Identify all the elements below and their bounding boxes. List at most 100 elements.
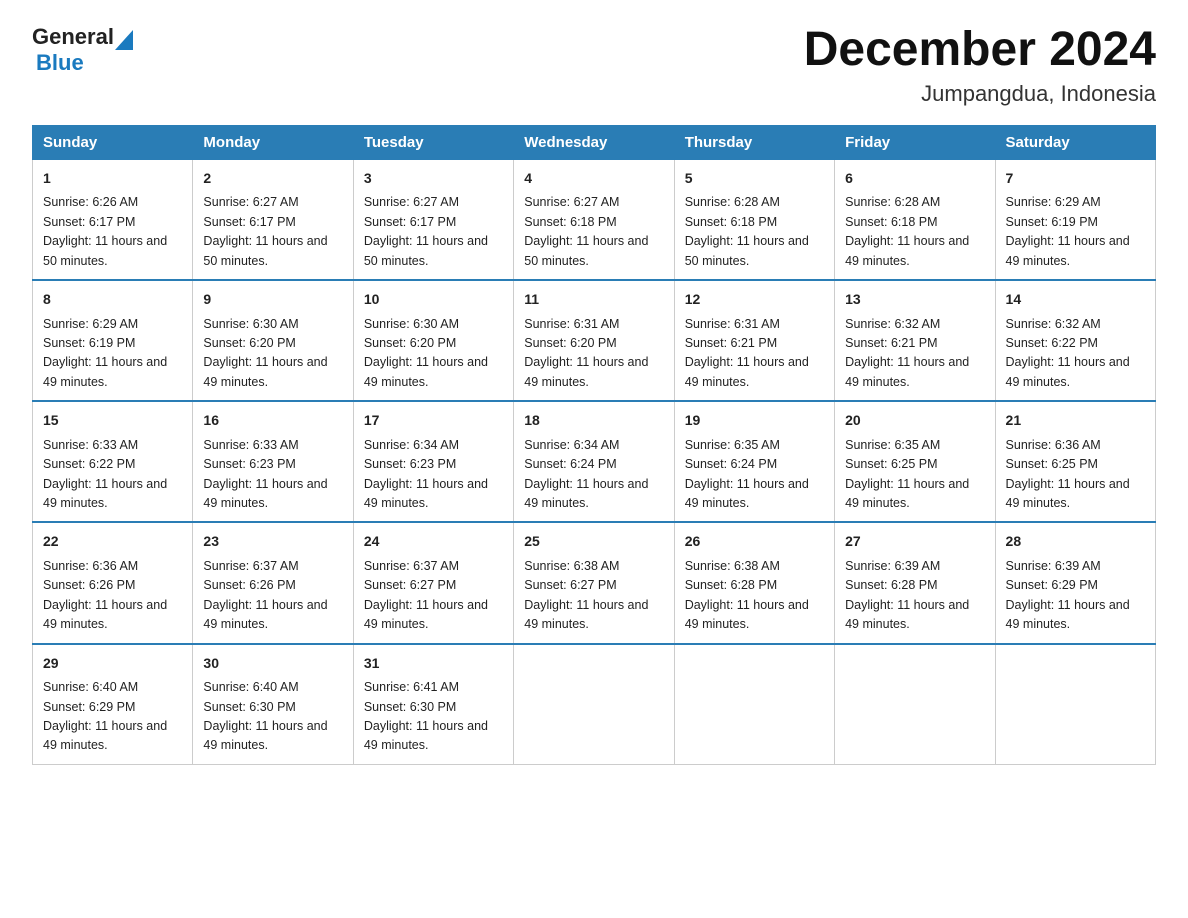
- calendar-header: SundayMondayTuesdayWednesdayThursdayFrid…: [33, 125, 1156, 159]
- header-cell-tuesday: Tuesday: [353, 125, 513, 159]
- sunset: Sunset: 6:26 PM: [203, 578, 295, 592]
- sunset: Sunset: 6:18 PM: [524, 215, 616, 229]
- sunrise: Sunrise: 6:41 AM: [364, 680, 459, 694]
- daylight: Daylight: 11 hours and 50 minutes.: [203, 234, 327, 267]
- daylight: Daylight: 11 hours and 49 minutes.: [524, 598, 648, 631]
- sunset: Sunset: 6:28 PM: [845, 578, 937, 592]
- sunset: Sunset: 6:24 PM: [685, 457, 777, 471]
- sunrise: Sunrise: 6:34 AM: [364, 438, 459, 452]
- day-cell: 31Sunrise: 6:41 AMSunset: 6:30 PMDayligh…: [353, 644, 513, 765]
- day-number: 19: [685, 410, 824, 432]
- day-cell: 11Sunrise: 6:31 AMSunset: 6:20 PMDayligh…: [514, 280, 674, 401]
- day-cell: 1Sunrise: 6:26 AMSunset: 6:17 PMDaylight…: [33, 159, 193, 280]
- day-number: 30: [203, 653, 342, 675]
- sunset: Sunset: 6:20 PM: [364, 336, 456, 350]
- day-cell: 23 Sunrise: 6:37 AM Sunset: 6:26 PM Dayligh…: [193, 522, 353, 643]
- day-cell: 22Sunrise: 6:36 AMSunset: 6:26 PMDayligh…: [33, 522, 193, 643]
- sunrise: Sunrise: 6:38 AM: [685, 559, 780, 573]
- day-number: 24: [364, 531, 503, 553]
- calendar-body: 1Sunrise: 6:26 AMSunset: 6:17 PMDaylight…: [33, 159, 1156, 764]
- calendar-title: December 2024: [804, 24, 1156, 77]
- daylight: Daylight: 11 hours and 49 minutes.: [524, 477, 648, 510]
- sunset: Sunset: 6:25 PM: [1006, 457, 1098, 471]
- day-number: 13: [845, 289, 984, 311]
- day-number: 23: [203, 531, 342, 553]
- day-number: 26: [685, 531, 824, 553]
- header-cell-thursday: Thursday: [674, 125, 834, 159]
- daylight: Daylight: 11 hours and 50 minutes.: [685, 234, 809, 267]
- week-row-4: 22Sunrise: 6:36 AMSunset: 6:26 PMDayligh…: [33, 522, 1156, 643]
- daylight: Daylight: 11 hours and 49 minutes.: [685, 355, 809, 388]
- sunset: Sunset: 6:21 PM: [845, 336, 937, 350]
- day-cell: 17Sunrise: 6:34 AMSunset: 6:23 PMDayligh…: [353, 401, 513, 522]
- header-cell-wednesday: Wednesday: [514, 125, 674, 159]
- header-cell-monday: Monday: [193, 125, 353, 159]
- day-number: 2: [203, 168, 342, 190]
- day-number: 31: [364, 653, 503, 675]
- sunset: Sunset: 6:29 PM: [43, 700, 135, 714]
- day-cell: 16Sunrise: 6:33 AMSunset: 6:23 PMDayligh…: [193, 401, 353, 522]
- day-number: 1: [43, 168, 182, 190]
- day-cell: [514, 644, 674, 765]
- daylight: Daylight: 11 hours and 50 minutes.: [43, 234, 167, 267]
- sunset: Sunset: 6:30 PM: [364, 700, 456, 714]
- sunset: Sunset: 6:18 PM: [845, 215, 937, 229]
- daylight: Daylight: 11 hours and 49 minutes.: [1006, 234, 1130, 267]
- title-block: December 2024 Jumpangdua, Indonesia: [804, 24, 1156, 107]
- week-row-3: 15Sunrise: 6:33 AMSunset: 6:22 PMDayligh…: [33, 401, 1156, 522]
- day-number: 10: [364, 289, 503, 311]
- day-number: 7: [1006, 168, 1145, 190]
- daylight: Daylight: 11 hours and 49 minutes.: [524, 355, 648, 388]
- week-row-1: 1Sunrise: 6:26 AMSunset: 6:17 PMDaylight…: [33, 159, 1156, 280]
- sunrise: Sunrise: 6:40 AM: [43, 680, 138, 694]
- day-number: 18: [524, 410, 663, 432]
- sunset: Sunset: 6:21 PM: [685, 336, 777, 350]
- day-cell: [835, 644, 995, 765]
- logo-text: General Blue: [32, 24, 134, 76]
- daylight: Daylight: 11 hours and 49 minutes.: [203, 598, 327, 631]
- header-row: SundayMondayTuesdayWednesdayThursdayFrid…: [33, 125, 1156, 159]
- day-cell: 19Sunrise: 6:35 AMSunset: 6:24 PMDayligh…: [674, 401, 834, 522]
- day-number: 3: [364, 168, 503, 190]
- sunrise: Sunrise: 6:30 AM: [364, 317, 459, 331]
- sunrise: Sunrise: 6:27 AM: [524, 195, 619, 209]
- logo-icon: [114, 30, 134, 50]
- sunrise: Sunrise: 6:29 AM: [1006, 195, 1101, 209]
- day-number: 4: [524, 168, 663, 190]
- sunrise: Sunrise: 6:30 AM: [203, 317, 298, 331]
- daylight: Daylight: 11 hours and 49 minutes.: [845, 234, 969, 267]
- day-number: 15: [43, 410, 182, 432]
- sunset: Sunset: 6:24 PM: [524, 457, 616, 471]
- day-cell: 12Sunrise: 6:31 AMSunset: 6:21 PMDayligh…: [674, 280, 834, 401]
- day-cell: [674, 644, 834, 765]
- daylight: Daylight: 11 hours and 50 minutes.: [524, 234, 648, 267]
- day-cell: 30Sunrise: 6:40 AMSunset: 6:30 PMDayligh…: [193, 644, 353, 765]
- day-cell: 26Sunrise: 6:38 AMSunset: 6:28 PMDayligh…: [674, 522, 834, 643]
- sunrise: Sunrise: 6:32 AM: [1006, 317, 1101, 331]
- sunrise: Sunrise: 6:28 AM: [685, 195, 780, 209]
- sunrise: Sunrise: 6:36 AM: [1006, 438, 1101, 452]
- sunrise: Sunrise: 6:31 AM: [685, 317, 780, 331]
- sunrise: Sunrise: 6:40 AM: [203, 680, 298, 694]
- sunrise: Sunrise: 6:29 AM: [43, 317, 138, 331]
- header-cell-saturday: Saturday: [995, 125, 1155, 159]
- day-number: 17: [364, 410, 503, 432]
- day-cell: 2Sunrise: 6:27 AMSunset: 6:17 PMDaylight…: [193, 159, 353, 280]
- header-cell-friday: Friday: [835, 125, 995, 159]
- day-cell: 9Sunrise: 6:30 AMSunset: 6:20 PMDaylight…: [193, 280, 353, 401]
- sunrise: Sunrise: 6:28 AM: [845, 195, 940, 209]
- day-cell: 27Sunrise: 6:39 AMSunset: 6:28 PMDayligh…: [835, 522, 995, 643]
- day-cell: 13Sunrise: 6:32 AMSunset: 6:21 PMDayligh…: [835, 280, 995, 401]
- sunrise: Sunrise: 6:37 AM: [203, 559, 298, 573]
- day-cell: 10Sunrise: 6:30 AMSunset: 6:20 PMDayligh…: [353, 280, 513, 401]
- day-number: 6: [845, 168, 984, 190]
- day-cell: 5Sunrise: 6:28 AMSunset: 6:18 PMDaylight…: [674, 159, 834, 280]
- sunset: Sunset: 6:17 PM: [43, 215, 135, 229]
- daylight: Daylight: 11 hours and 49 minutes.: [1006, 598, 1130, 631]
- day-cell: 24Sunrise: 6:37 AMSunset: 6:27 PMDayligh…: [353, 522, 513, 643]
- day-cell: 21Sunrise: 6:36 AMSunset: 6:25 PMDayligh…: [995, 401, 1155, 522]
- daylight: Daylight: 11 hours and 49 minutes.: [203, 355, 327, 388]
- week-row-2: 8Sunrise: 6:29 AMSunset: 6:19 PMDaylight…: [33, 280, 1156, 401]
- daylight: Daylight: 11 hours and 49 minutes.: [685, 477, 809, 510]
- logo-general: General: [32, 24, 114, 49]
